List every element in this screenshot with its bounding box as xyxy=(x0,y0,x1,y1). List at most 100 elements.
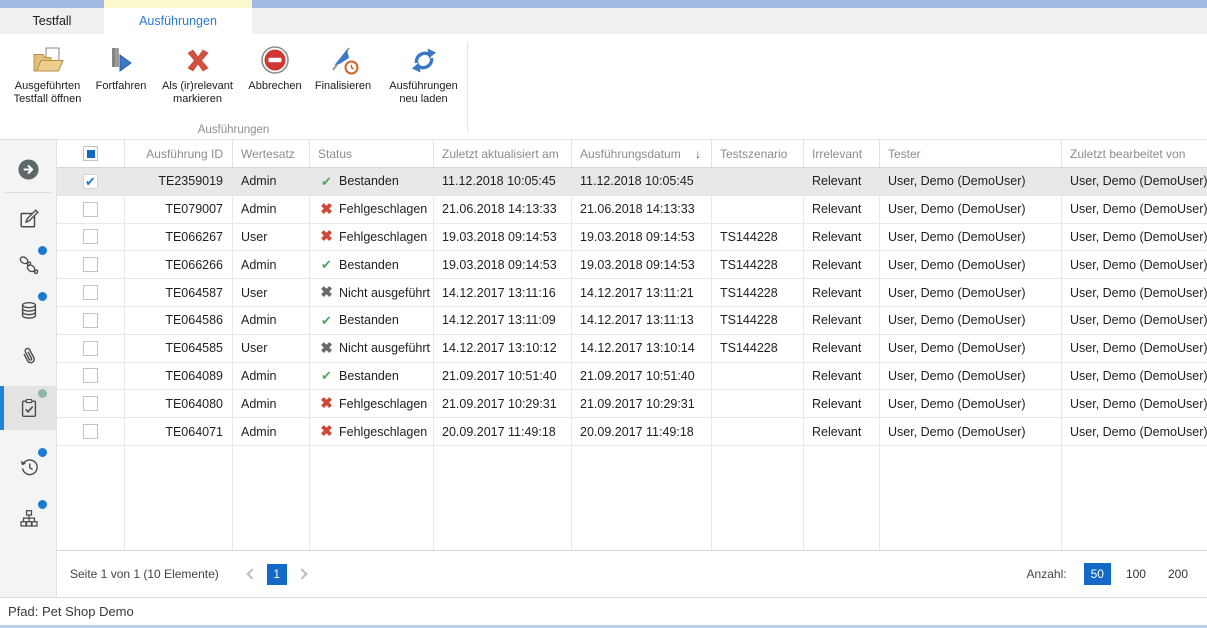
status-icon: ✔ xyxy=(318,258,335,271)
select-all-checkbox[interactable] xyxy=(57,140,125,167)
table-row[interactable]: TE064089 Admin ✔Bestanden 21.09.2017 10:… xyxy=(57,363,1207,391)
column-header-ausfuehrungsdatum[interactable]: Ausführungsdatum↓ xyxy=(572,140,712,167)
reload-executions-button[interactable]: Ausführungen neu laden xyxy=(380,40,467,106)
current-page-button[interactable]: 1 xyxy=(267,564,287,585)
cell-ausfuehrungsdatum: 21.09.2017 10:51:40 xyxy=(572,363,712,391)
cell-tester: User, Demo (DemoUser) xyxy=(880,418,1062,446)
table-row[interactable]: TE066267 User ✖Fehlgeschlagen 19.03.2018… xyxy=(57,224,1207,252)
continue-button[interactable]: Fortfahren xyxy=(91,40,151,106)
sidebar-item-attachments[interactable] xyxy=(0,334,57,378)
cell-irrelevant: Relevant xyxy=(804,307,880,335)
cell-zuletzt-bearbeitet-von: User, Demo (DemoUser) xyxy=(1062,224,1207,252)
cell-wertesatz: User xyxy=(233,224,310,252)
row-checkbox[interactable] xyxy=(57,168,125,196)
cell-wertesatz: Admin xyxy=(233,196,310,224)
column-header-irrelevant[interactable]: Irrelevant xyxy=(804,140,880,167)
column-header-status[interactable]: Status xyxy=(310,140,434,167)
cell-ausfuehrung-id: TE064089 xyxy=(125,363,233,391)
table-row[interactable]: TE079007 Admin ✖Fehlgeschlagen 21.06.201… xyxy=(57,196,1207,224)
row-checkbox[interactable] xyxy=(57,251,125,279)
sidebar-item-history[interactable] xyxy=(0,445,57,489)
cell-ausfuehrung-id: TE079007 xyxy=(125,196,233,224)
cell-status: ✖Fehlgeschlagen xyxy=(310,196,434,224)
cell-irrelevant: Relevant xyxy=(804,168,880,196)
table-row[interactable]: TE064587 User ✖Nicht ausgeführt 14.12.20… xyxy=(57,279,1207,307)
next-page-button[interactable] xyxy=(294,564,310,584)
row-checkbox[interactable] xyxy=(57,335,125,363)
cancel-button[interactable]: Abbrechen xyxy=(244,40,306,106)
status-bar: Pfad: Pet Shop Demo xyxy=(0,597,1207,628)
status-icon: ✔ xyxy=(318,175,335,188)
page-size-option-50[interactable]: 50 xyxy=(1084,563,1111,585)
window-top-strip xyxy=(0,0,1207,8)
cell-testszenario xyxy=(712,168,804,196)
tab-testfall[interactable]: Testfall xyxy=(0,8,104,34)
cell-testszenario: TS144228 xyxy=(712,224,804,252)
column-header-zuletzt-bearbeitet-von[interactable]: Zuletzt bearbeitet von xyxy=(1062,140,1207,167)
tab-ausfuehrungen[interactable]: Ausführungen xyxy=(104,8,252,34)
row-checkbox[interactable] xyxy=(57,279,125,307)
cell-ausfuehrungsdatum: 14.12.2017 13:11:21 xyxy=(572,279,712,307)
table-row[interactable]: TE064586 Admin ✔Bestanden 14.12.2017 13:… xyxy=(57,307,1207,335)
row-checkbox[interactable] xyxy=(57,196,125,224)
table-row[interactable]: TE064080 Admin ✖Fehlgeschlagen 21.09.201… xyxy=(57,390,1207,418)
cell-irrelevant: Relevant xyxy=(804,418,880,446)
sidebar-item-steps[interactable] xyxy=(0,243,57,287)
cell-wertesatz: User xyxy=(233,335,310,363)
sidebar-item-executions[interactable] xyxy=(0,386,57,430)
cell-zuletzt-bearbeitet-von: User, Demo (DemoUser) xyxy=(1062,168,1207,196)
column-header-wertesatz[interactable]: Wertesatz xyxy=(233,140,310,167)
page-size-label: Anzahl: xyxy=(1027,567,1067,581)
sidebar-item-collapse[interactable] xyxy=(0,147,57,191)
cell-ausfuehrungsdatum: 21.09.2017 10:29:31 xyxy=(572,390,712,418)
mark-irrelevant-button[interactable]: Als (ir)relevant markieren xyxy=(151,40,244,106)
column-header-zuletzt-aktualisiert[interactable]: Zuletzt aktualisiert am xyxy=(434,140,572,167)
finalize-button[interactable]: Finalisieren xyxy=(306,40,380,106)
row-checkbox[interactable] xyxy=(57,224,125,252)
cell-zuletzt-aktualisiert: 11.12.2018 10:05:45 xyxy=(434,168,572,196)
path-text: Pfad: Pet Shop Demo xyxy=(8,604,134,619)
sidebar-item-edit[interactable] xyxy=(0,197,57,241)
active-tab-accent-strip xyxy=(104,0,252,8)
cell-tester: User, Demo (DemoUser) xyxy=(880,390,1062,418)
cell-wertesatz: Admin xyxy=(233,168,310,196)
cell-irrelevant: Relevant xyxy=(804,363,880,391)
left-sidebar xyxy=(0,140,57,597)
cell-testszenario xyxy=(712,418,804,446)
cell-ausfuehrungsdatum: 19.03.2018 09:14:53 xyxy=(572,251,712,279)
page-size-option-200[interactable]: 200 xyxy=(1161,563,1195,585)
column-header-testszenario[interactable]: Testszenario xyxy=(712,140,804,167)
row-checkbox[interactable] xyxy=(57,363,125,391)
table-row[interactable]: TE066266 Admin ✔Bestanden 19.03.2018 09:… xyxy=(57,251,1207,279)
ribbon-button-label: Als (ir)relevant markieren xyxy=(151,80,244,106)
notification-dot xyxy=(38,246,47,255)
ribbon-toolbar: Ausgeführten Testfall öffnen Fortfahren … xyxy=(0,34,1207,140)
table-row[interactable]: TE064071 Admin ✖Fehlgeschlagen 20.09.201… xyxy=(57,418,1207,446)
ribbon-button-label: Ausgeführten Testfall öffnen xyxy=(4,80,91,106)
sidebar-item-data[interactable] xyxy=(0,289,57,333)
cell-status: ✖Fehlgeschlagen xyxy=(310,418,434,446)
cell-zuletzt-bearbeitet-von: User, Demo (DemoUser) xyxy=(1062,418,1207,446)
sidebar-item-hierarchy[interactable] xyxy=(0,497,57,541)
table-row[interactable]: TE2359019 Admin ✔Bestanden 11.12.2018 10… xyxy=(57,168,1207,196)
cancel-no-entry-icon xyxy=(259,42,291,80)
row-checkbox[interactable] xyxy=(57,418,125,446)
table-row[interactable]: TE064585 User ✖Nicht ausgeführt 14.12.20… xyxy=(57,335,1207,363)
hierarchy-icon xyxy=(18,508,40,530)
row-checkbox[interactable] xyxy=(57,307,125,335)
open-executed-testcase-button[interactable]: Ausgeführten Testfall öffnen xyxy=(4,40,91,106)
column-header-ausfuehrung-id[interactable]: Ausführung ID xyxy=(125,140,233,167)
cell-zuletzt-bearbeitet-von: User, Demo (DemoUser) xyxy=(1062,390,1207,418)
cell-ausfuehrung-id: TE064587 xyxy=(125,279,233,307)
column-header-tester[interactable]: Tester xyxy=(880,140,1062,167)
page-size-option-100[interactable]: 100 xyxy=(1119,563,1153,585)
cell-irrelevant: Relevant xyxy=(804,224,880,252)
ribbon-group-label: Ausführungen xyxy=(0,124,467,136)
previous-page-button[interactable] xyxy=(244,564,260,584)
row-checkbox[interactable] xyxy=(57,390,125,418)
history-icon xyxy=(18,456,40,478)
cell-testszenario: TS144228 xyxy=(712,251,804,279)
cell-zuletzt-aktualisiert: 21.06.2018 14:13:33 xyxy=(434,196,572,224)
cell-tester: User, Demo (DemoUser) xyxy=(880,196,1062,224)
cell-zuletzt-bearbeitet-von: User, Demo (DemoUser) xyxy=(1062,251,1207,279)
